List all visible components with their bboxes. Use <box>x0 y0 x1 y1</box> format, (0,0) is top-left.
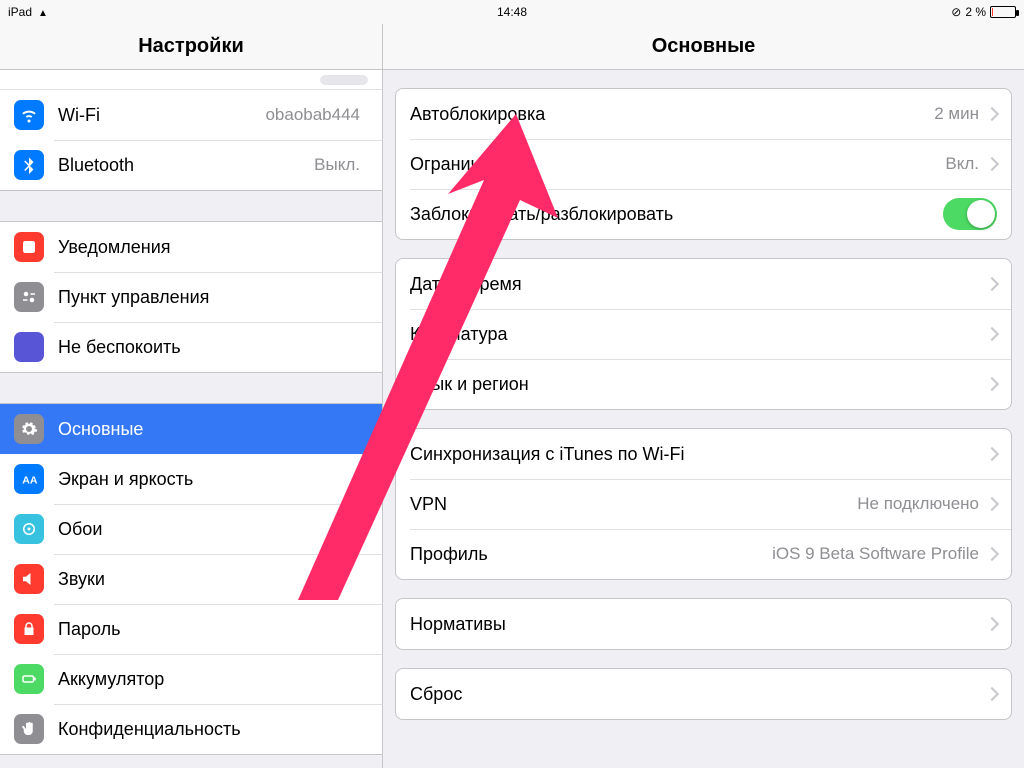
sidebar-item-label: Аккумулятор <box>58 669 368 690</box>
row-label: Ограничения <box>410 154 945 175</box>
row-label: Клавиатура <box>410 324 987 345</box>
sidebar-item-display[interactable]: AA Экран и яркость <box>0 454 382 504</box>
chevron-right-icon <box>985 687 999 701</box>
sidebar-title: Настройки <box>0 24 382 70</box>
main-pane: Основные Автоблокировка 2 мин Ограничени… <box>383 24 1024 768</box>
notifications-icon <box>14 232 44 262</box>
row-label: Синхронизация с iTunes по Wi-Fi <box>410 444 987 465</box>
sidebar-item-battery[interactable]: Аккумулятор <box>0 654 382 704</box>
row-restrictions[interactable]: Ограничения Вкл. <box>396 139 1011 189</box>
row-keyboard[interactable]: Клавиатура <box>396 309 1011 359</box>
sidebar-item-label: Экран и яркость <box>58 469 368 490</box>
chevron-right-icon <box>985 157 999 171</box>
row-reset[interactable]: Сброс <box>396 669 1011 719</box>
chevron-right-icon <box>985 617 999 631</box>
row-label: VPN <box>410 494 857 515</box>
sidebar-item-label: Звуки <box>58 569 368 590</box>
row-regulatory[interactable]: Нормативы <box>396 599 1011 649</box>
sidebar-item-label: Не беспокоить <box>58 337 368 358</box>
sidebar-item-sounds[interactable]: Звуки <box>0 554 382 604</box>
row-value: iOS 9 Beta Software Profile <box>772 544 979 564</box>
orientation-lock-icon: ⊘ <box>951 5 961 19</box>
sidebar-item-label: Пароль <box>58 619 368 640</box>
row-label: Нормативы <box>410 614 987 635</box>
sidebar-item-value: Выкл. <box>314 155 360 175</box>
row-vpn[interactable]: VPN Не подключено <box>396 479 1011 529</box>
row-label: Заблокировать/разблокировать <box>410 204 943 225</box>
chevron-right-icon <box>985 107 999 121</box>
row-label: Профиль <box>410 544 772 565</box>
row-autolock[interactable]: Автоблокировка 2 мин <box>396 89 1011 139</box>
sidebar-item-label: Основные <box>58 419 368 440</box>
row-value: 2 мин <box>934 104 979 124</box>
main-title: Основные <box>383 24 1024 70</box>
chevron-right-icon <box>985 377 999 391</box>
row-label: Дата и время <box>410 274 987 295</box>
battery-icon <box>990 6 1016 18</box>
moon-icon <box>14 332 44 362</box>
row-label: Сброс <box>410 684 987 705</box>
sidebar-item-wifi[interactable]: Wi-Fi obaobab444 <box>0 90 382 140</box>
status-time: 14:48 <box>208 5 816 19</box>
airplane-mode-row-partial[interactable] <box>0 70 382 90</box>
wifi-icon <box>38 5 48 19</box>
chevron-right-icon <box>985 497 999 511</box>
sidebar-item-general[interactable]: Основные <box>0 404 382 454</box>
control-center-icon <box>14 282 44 312</box>
lock-icon <box>14 614 44 644</box>
gear-icon <box>14 414 44 444</box>
status-bar: iPad 14:48 ⊘ 2 % <box>0 0 1024 24</box>
row-value: Вкл. <box>945 154 979 174</box>
sidebar-item-value: obaobab444 <box>265 105 360 125</box>
airplane-mode-toggle[interactable] <box>320 75 368 85</box>
chevron-right-icon <box>985 547 999 561</box>
settings-sidebar: Настройки Wi-Fi obaobab444 Blue <box>0 24 383 768</box>
row-lock-unlock[interactable]: Заблокировать/разблокировать <box>396 189 1011 239</box>
sidebar-item-control-center[interactable]: Пункт управления <box>0 272 382 322</box>
battery-icon <box>14 664 44 694</box>
row-profile[interactable]: Профиль iOS 9 Beta Software Profile <box>396 529 1011 579</box>
row-label: Автоблокировка <box>410 104 934 125</box>
wifi-icon <box>14 100 44 130</box>
sidebar-item-label: Обои <box>58 519 368 540</box>
sidebar-item-wallpaper[interactable]: Обои <box>0 504 382 554</box>
lock-unlock-toggle[interactable] <box>943 198 997 230</box>
sidebar-item-label: Уведомления <box>58 237 368 258</box>
bluetooth-icon <box>14 150 44 180</box>
sidebar-item-privacy[interactable]: Конфиденциальность <box>0 704 382 754</box>
sidebar-item-label: Пункт управления <box>58 287 368 308</box>
sidebar-item-notifications[interactable]: Уведомления <box>0 222 382 272</box>
display-icon: AA <box>14 464 44 494</box>
row-value: Не подключено <box>857 494 979 514</box>
row-itunes-wifi-sync[interactable]: Синхронизация с iTunes по Wi-Fi <box>396 429 1011 479</box>
row-language-region[interactable]: Язык и регион <box>396 359 1011 409</box>
hand-icon <box>14 714 44 744</box>
speaker-icon <box>14 564 44 594</box>
svg-text:AA: AA <box>22 475 38 487</box>
sidebar-item-passcode[interactable]: Пароль <box>0 604 382 654</box>
chevron-right-icon <box>985 277 999 291</box>
status-battery-pct: 2 % <box>965 5 986 19</box>
status-device: iPad <box>8 5 32 19</box>
sidebar-item-dnd[interactable]: Не беспокоить <box>0 322 382 372</box>
wallpaper-icon <box>14 514 44 544</box>
row-date-time[interactable]: Дата и время <box>396 259 1011 309</box>
sidebar-item-bluetooth[interactable]: Bluetooth Выкл. <box>0 140 382 190</box>
sidebar-item-label: Конфиденциальность <box>58 719 368 740</box>
row-label: Язык и регион <box>410 374 987 395</box>
sidebar-item-label: Bluetooth <box>58 155 314 176</box>
chevron-right-icon <box>985 327 999 341</box>
sidebar-item-label: Wi-Fi <box>58 105 265 126</box>
chevron-right-icon <box>985 447 999 461</box>
